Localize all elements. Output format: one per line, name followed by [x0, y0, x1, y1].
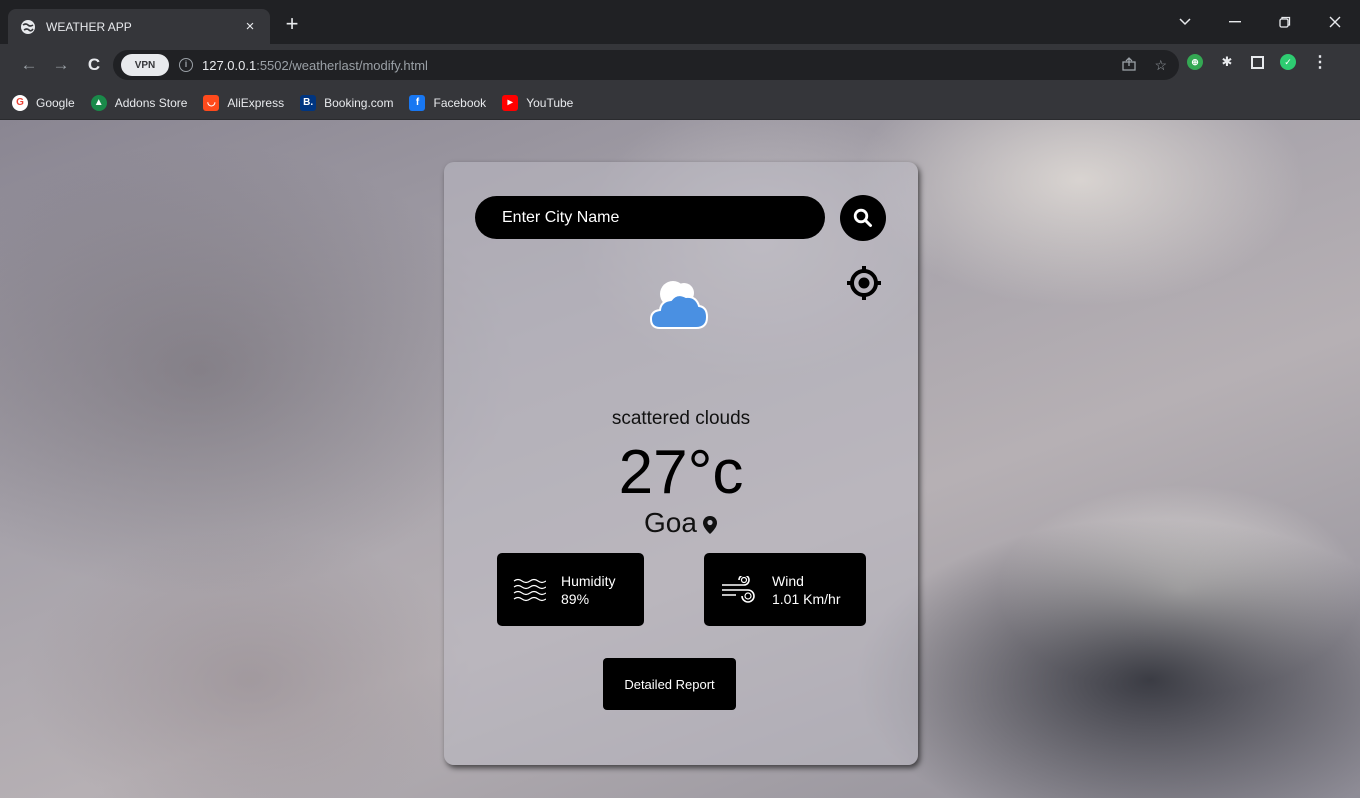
address-bar[interactable]: VPN i 127.0.0.1:5502/weatherlast/modify.… [113, 50, 1179, 80]
extensions-puzzle-icon[interactable]: ✱ [1219, 54, 1235, 70]
humidity-waves-icon [497, 576, 561, 604]
close-tab-icon[interactable]: × [240, 18, 260, 35]
minimize-icon[interactable] [1210, 0, 1260, 44]
bookmark-facebook[interactable]: f Facebook [409, 94, 486, 111]
bookmarks-bar: G Google ▲ Addons Store ◡ AliExpress B. … [0, 86, 1360, 120]
wind-label: Wind [772, 572, 804, 589]
close-window-icon[interactable] [1310, 0, 1360, 44]
extension-lock-icon[interactable]: ⊕ [1187, 54, 1203, 70]
bookmark-youtube[interactable]: ▸ YouTube [502, 94, 573, 111]
tab-title: WEATHER APP [46, 19, 132, 34]
restore-icon[interactable] [1260, 0, 1310, 44]
google-icon: G [12, 94, 28, 111]
browser-toolbar: ← → C VPN i 127.0.0.1:5502/weatherlast/m… [0, 44, 1360, 86]
search-icon [853, 208, 873, 228]
weather-description: scattered clouds [611, 408, 751, 429]
back-arrow-icon[interactable]: ← [18, 54, 40, 76]
addons-store-icon: ▲ [90, 94, 107, 111]
search-button[interactable] [840, 195, 886, 241]
browser-tab[interactable]: WEATHER APP × [8, 9, 270, 44]
wind-icon [704, 575, 772, 604]
temperature-readout: 27°c [618, 438, 744, 507]
globe-icon [20, 19, 36, 35]
wind-panel: Wind 1.01 Km/hr [704, 553, 866, 626]
side-panel-icon[interactable] [1251, 55, 1264, 69]
share-icon[interactable] [1122, 56, 1137, 74]
bookmark-addons-store[interactable]: ▲ Addons Store [90, 94, 187, 111]
current-location-button[interactable] [844, 263, 884, 303]
humidity-panel: Humidity 89% [497, 553, 644, 626]
bookmark-aliexpress[interactable]: ◡ AliExpress [203, 94, 284, 111]
humidity-value: 89% [561, 590, 590, 607]
weather-card: scattered clouds 27°c Goa Humidity 89% [444, 162, 918, 765]
wind-text: Wind 1.01 Km/hr [772, 572, 840, 608]
url-text[interactable]: 127.0.0.1:5502/weatherlast/modify.html [202, 58, 428, 73]
booking-icon: B. [300, 94, 317, 111]
vpn-badge[interactable]: VPN [121, 54, 169, 76]
site-info-icon[interactable]: i [179, 58, 193, 72]
extension-shield-icon[interactable]: ✓ [1280, 54, 1296, 70]
cloud-icon [644, 274, 714, 336]
new-tab-button[interactable]: + [280, 12, 304, 36]
wind-value: 1.01 Km/hr [772, 590, 841, 607]
tab-search-icon[interactable] [1160, 0, 1210, 44]
tab-strip: WEATHER APP × + [0, 0, 1360, 44]
youtube-icon: ▸ [502, 94, 519, 111]
humidity-text: Humidity 89% [561, 572, 615, 608]
facebook-icon: f [409, 94, 426, 111]
page-viewport: scattered clouds 27°c Goa Humidity 89% [0, 120, 1360, 798]
bookmark-google[interactable]: G Google [12, 94, 75, 111]
browser-menu-icon[interactable]: ⋮ [1312, 54, 1328, 71]
extensions-area: ⊕ ✱ ✓ ⋮ [1187, 54, 1328, 71]
bookmark-booking[interactable]: B. Booking.com [300, 94, 393, 111]
city-search-input[interactable] [475, 196, 825, 239]
forward-arrow-icon[interactable]: → [50, 54, 72, 76]
window-controls [1160, 0, 1360, 44]
reload-icon[interactable]: C [83, 54, 105, 76]
location-pin-icon [702, 515, 718, 535]
city-row: Goa [444, 507, 918, 539]
city-name: Goa [644, 507, 697, 538]
humidity-label: Humidity [561, 572, 616, 589]
bookmark-star-icon[interactable]: ☆ [1154, 57, 1167, 74]
crosshair-icon [845, 264, 883, 302]
aliexpress-icon: ◡ [203, 94, 220, 111]
detailed-report-button[interactable]: Detailed Report [603, 658, 736, 710]
